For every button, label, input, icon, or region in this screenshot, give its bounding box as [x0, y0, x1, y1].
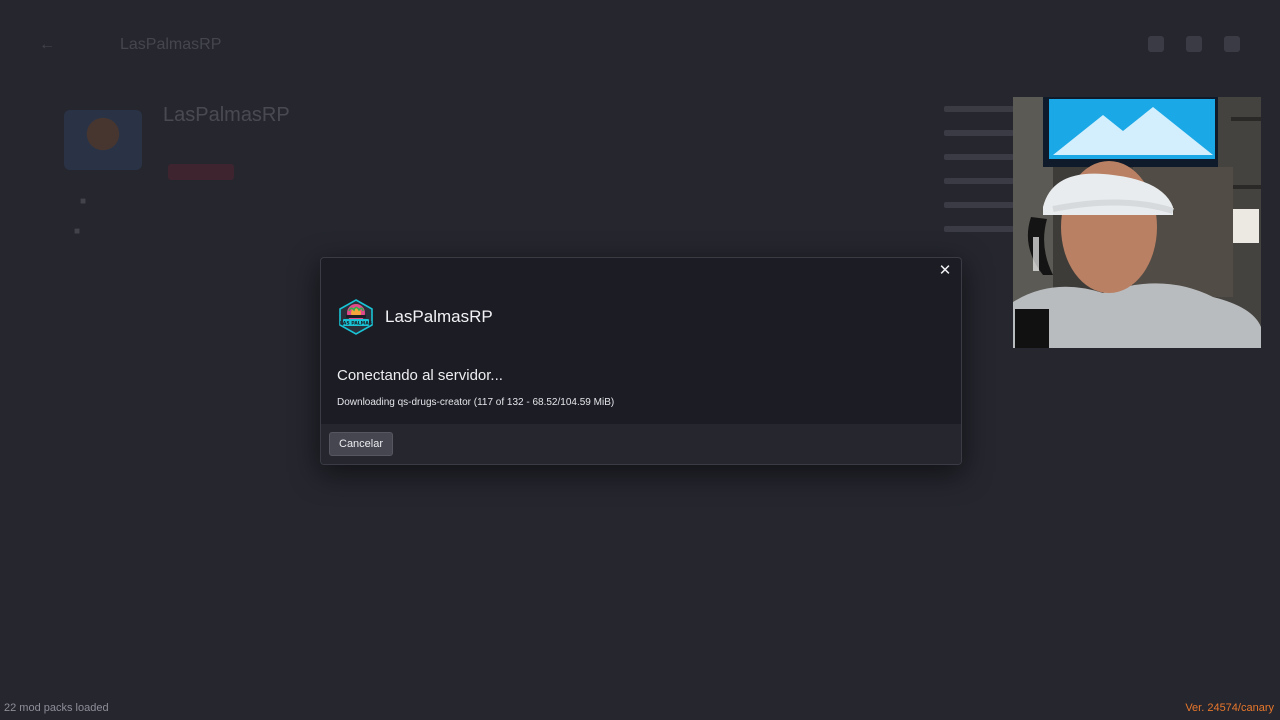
cancel-button[interactable]: Cancelar: [329, 432, 394, 456]
back-arrow-icon: ←: [39, 36, 55, 53]
topbar-icons: [1148, 36, 1240, 52]
search-icon: [1148, 36, 1164, 52]
user-icon: [1224, 36, 1240, 52]
mod-packs-status: 22 mod packs loaded: [4, 702, 109, 714]
app-window: ← LasPalmasRP LasPalmasRP ■ ■ ✕ LAS PALM…: [0, 0, 1280, 720]
server-logo: [64, 110, 142, 170]
topbar-title: LasPalmasRP: [120, 36, 222, 53]
server-name: LasPalmasRP: [163, 104, 290, 126]
connection-status: Conectando al servidor...: [337, 367, 503, 384]
dialog-title: LasPalmasRP: [385, 307, 493, 326]
version-label: Ver. 24574/canary: [1185, 702, 1274, 714]
top-bar: ← LasPalmasRP: [0, 0, 1280, 90]
server-info-column: [944, 106, 1014, 250]
close-icon[interactable]: ✕: [937, 263, 953, 279]
server-logo-icon: LAS PALMAS: [339, 299, 373, 335]
dialog-header: LAS PALMAS LasPalmasRP: [337, 298, 493, 336]
webcam-overlay: [1013, 97, 1261, 348]
server-stat-placeholder: ■: [74, 226, 81, 237]
logo-text: LAS PALMAS: [340, 321, 372, 327]
settings-icon: [1186, 36, 1202, 52]
server-stat-placeholder: ■: [80, 196, 87, 207]
connecting-dialog: ✕ LAS PALMAS LasPalmasRP Conectando al s…: [320, 257, 962, 465]
webcam-feed: [1013, 97, 1261, 348]
connect-badge: [168, 164, 234, 180]
download-detail: Downloading qs-drugs-creator (117 of 132…: [337, 397, 615, 408]
dialog-footer: Cancelar: [321, 424, 961, 464]
